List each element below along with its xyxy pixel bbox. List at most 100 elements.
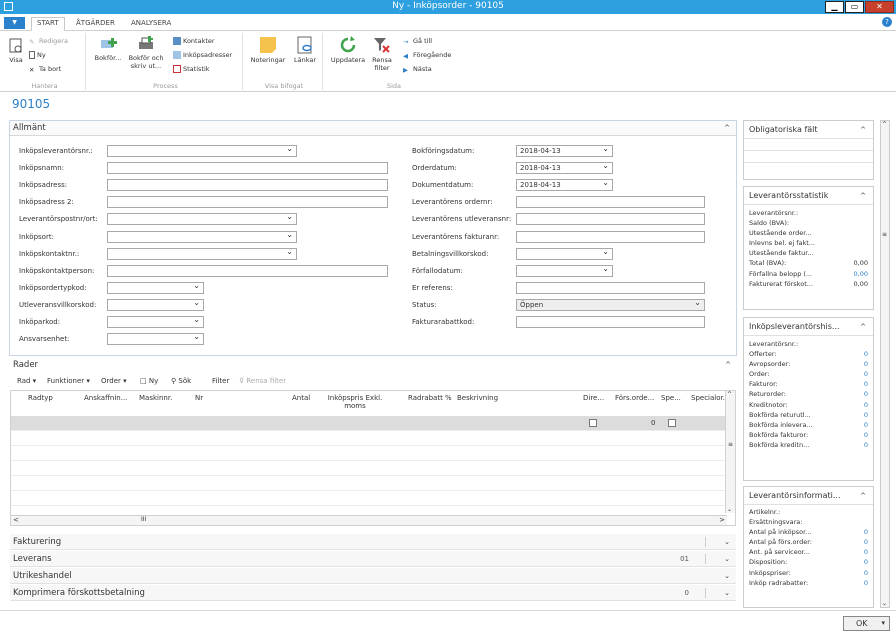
lankar-button[interactable]: Länkar <box>292 36 318 64</box>
scroll-grip-icon[interactable]: ≡ <box>728 441 733 448</box>
factbox-information-header[interactable]: Leverantörsinformati... ^ <box>744 487 873 505</box>
field-dropdown[interactable] <box>107 298 204 311</box>
factbox-row-value[interactable]: 0 <box>864 359 868 369</box>
col-radrabatt[interactable]: Radrabatt % <box>408 394 452 402</box>
order-menu[interactable]: Order ▾ <box>101 377 127 385</box>
factbox-obligatoriska-header[interactable]: Obligatoriska fält ^ <box>744 121 873 139</box>
field-input[interactable] <box>107 264 388 277</box>
field-input[interactable] <box>516 281 705 294</box>
field-dropdown[interactable] <box>107 281 204 294</box>
field-dropdown[interactable] <box>107 316 204 328</box>
col-specialorder[interactable]: Specialor... <box>691 394 729 402</box>
field-dropdown[interactable] <box>107 247 297 260</box>
factbox-row-value[interactable]: 0 <box>864 410 868 420</box>
lines-horizontal-scrollbar[interactable]: < III > <box>11 515 727 525</box>
ta-bort-button[interactable]: ✕ Ta bort <box>29 64 61 74</box>
nasta-button[interactable]: ▶ Nästa <box>403 64 432 74</box>
scroll-up-icon[interactable]: ^ <box>727 391 732 398</box>
col-maskinnr[interactable]: Maskinnr. <box>139 394 172 402</box>
field-dropdown[interactable] <box>107 333 204 346</box>
field-input[interactable] <box>516 196 705 209</box>
table-row[interactable]: 0 <box>11 416 727 431</box>
ny-button[interactable]: Ny <box>29 50 46 60</box>
statistik-button[interactable]: Statistik <box>173 64 210 74</box>
field-dropdown[interactable]: 2018-04-13 <box>516 179 613 192</box>
ok-button[interactable]: OK ▾ <box>843 616 890 631</box>
table-row[interactable] <box>11 491 727 506</box>
table-row[interactable] <box>11 446 727 461</box>
factbox-row-value[interactable]: 0 <box>864 369 868 379</box>
scroll-left-icon[interactable]: < <box>13 516 19 524</box>
field-input[interactable] <box>516 213 705 226</box>
maximize-button[interactable]: ▭ <box>845 1 864 13</box>
factbox-historik-header[interactable]: Inköpsleverantörshis... ^ <box>744 318 873 336</box>
section-komprimera[interactable]: Komprimera förskottsbetalning 0 ⌄ <box>10 585 736 601</box>
close-button[interactable]: ✕ <box>865 1 894 13</box>
field-dropdown[interactable] <box>107 213 297 226</box>
field-input[interactable] <box>107 196 388 209</box>
file-menu-button[interactable]: ▼ <box>4 17 25 29</box>
rensa-filter-button[interactable]: Rensa filter <box>370 36 394 72</box>
factbox-row-value[interactable]: 0 <box>864 420 868 430</box>
help-icon[interactable]: ? <box>882 17 892 27</box>
field-dropdown[interactable] <box>107 145 297 157</box>
field-dropdown[interactable]: 2018-04-13 <box>516 145 613 157</box>
redigera-button[interactable]: ✎ Redigera <box>29 36 68 46</box>
col-antal[interactable]: Antal <box>292 394 310 402</box>
field-dropdown[interactable]: Öppen <box>516 298 705 311</box>
factbox-row-value[interactable]: 0 <box>864 557 868 567</box>
direkt-checkbox[interactable] <box>589 419 597 427</box>
lines-vertical-scrollbar[interactable]: ^ ≡ ⌄ <box>725 391 735 513</box>
minimize-button[interactable]: ▁ <box>825 1 844 13</box>
col-fors-order[interactable]: Förs.orde... <box>615 394 654 402</box>
special-checkbox[interactable] <box>668 419 676 427</box>
field-dropdown[interactable] <box>516 247 613 260</box>
visa-button[interactable]: Visa <box>8 38 24 64</box>
section-utrikeshandel[interactable]: Utrikeshandel ⌄ <box>10 568 736 584</box>
tab-analysera[interactable]: ANALYSERA <box>126 18 176 28</box>
col-nr[interactable]: Nr <box>195 394 203 402</box>
factbox-row-value[interactable]: 0 <box>864 537 868 547</box>
col-special[interactable]: Spe... <box>661 394 681 402</box>
funktioner-menu[interactable]: Funktioner ▾ <box>47 377 90 385</box>
kontakter-button[interactable]: Kontakter <box>173 36 215 46</box>
factbox-row-value[interactable]: 0 <box>864 430 868 440</box>
col-inkopspris[interactable]: Inköpspris Exkl. moms <box>327 394 383 410</box>
section-fakturering[interactable]: Fakturering ⌄ <box>10 534 736 550</box>
col-beskrivning[interactable]: Beskrivning <box>457 394 498 402</box>
factbox-row-value[interactable]: 0 <box>864 349 868 359</box>
field-dropdown[interactable]: 2018-04-13 <box>516 162 613 175</box>
sok-button[interactable]: ⚲ Sök <box>171 377 191 385</box>
uppdatera-button[interactable]: Uppdatera <box>330 36 366 64</box>
field-dropdown[interactable] <box>107 230 297 243</box>
factbox-row-value[interactable]: 0 <box>864 400 868 410</box>
ny-line-button[interactable]: □ Ny <box>140 377 158 385</box>
table-row[interactable] <box>11 476 727 491</box>
col-direkt[interactable]: Dire... <box>583 394 604 402</box>
rad-menu[interactable]: Rad ▾ <box>17 377 36 385</box>
table-row[interactable] <box>11 461 727 476</box>
factbox-row-value[interactable]: 0 <box>864 440 868 450</box>
factbox-row-value[interactable]: 0 <box>864 379 868 389</box>
noteringar-button[interactable]: Noteringar <box>250 36 286 64</box>
tab-atgarder[interactable]: ÅTGÄRDER <box>71 18 120 28</box>
table-row[interactable] <box>11 431 727 446</box>
factbox-statistik-header[interactable]: Leverantörsstatistik ^ <box>744 187 873 205</box>
col-radtyp[interactable]: Radtyp <box>28 394 53 402</box>
section-rader-header[interactable]: Rader ^ <box>9 358 737 373</box>
col-anskaffning[interactable]: Anskaffnin... <box>84 394 127 402</box>
scroll-grip-icon[interactable]: ≡ <box>882 231 887 238</box>
field-dropdown[interactable] <box>516 264 613 277</box>
inkopsadresser-button[interactable]: Inköpsadresser <box>173 50 232 60</box>
section-allmant-header[interactable]: Allmänt ^ <box>10 121 736 136</box>
scroll-up-icon[interactable]: ^ <box>882 121 887 128</box>
bokfor-button[interactable]: Bokför... <box>93 36 123 62</box>
factbox-row-value[interactable]: 0 <box>864 547 868 557</box>
field-input[interactable] <box>107 179 388 192</box>
scroll-down-icon[interactable]: ⌄ <box>727 506 732 513</box>
factbox-row-value[interactable]: 0 <box>864 389 868 399</box>
scroll-down-icon[interactable]: ⌄ <box>882 600 887 607</box>
tab-start[interactable]: START <box>31 17 65 31</box>
factbox-row-value[interactable]: 0 <box>864 578 868 588</box>
section-leverans[interactable]: Leverans 01 ⌄ <box>10 551 736 567</box>
